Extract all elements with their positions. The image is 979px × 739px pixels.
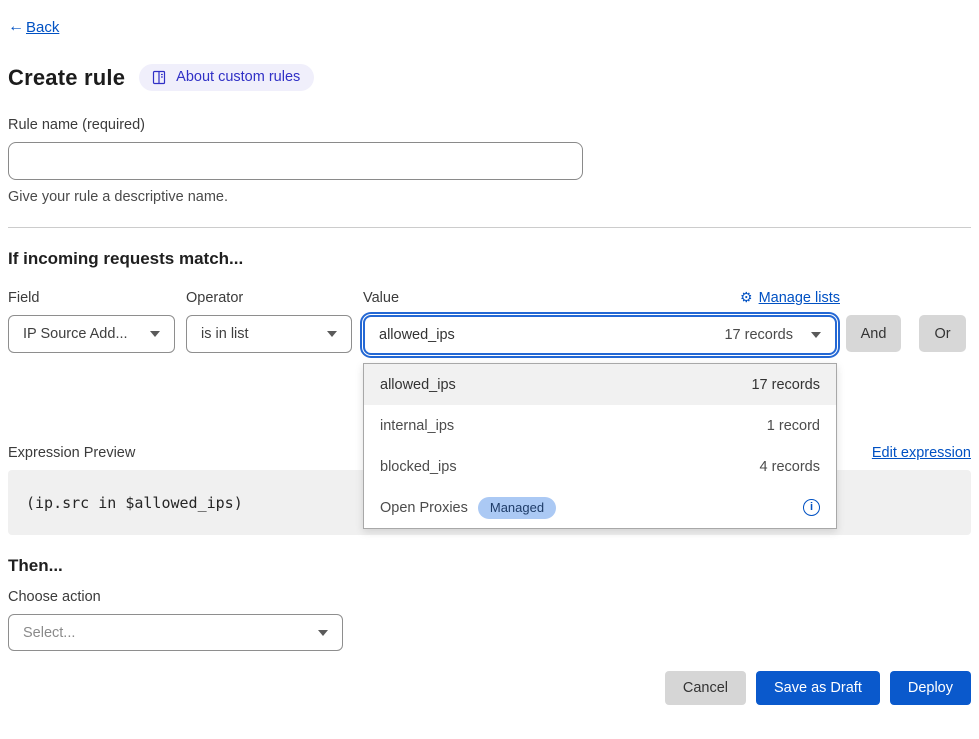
condition-labels-row: Field Operator Value ⚙ Manage lists xyxy=(8,289,971,306)
chevron-down-icon xyxy=(318,630,328,636)
choose-action-label: Choose action xyxy=(8,589,971,605)
create-rule-page: ←Back Create rule About custom rules Rul… xyxy=(0,0,979,739)
list-option-open-proxies[interactable]: Open Proxies Managed i xyxy=(364,487,836,528)
list-option-name: internal_ips xyxy=(380,418,454,434)
list-option-name: allowed_ips xyxy=(380,377,456,393)
list-option-name: Open Proxies xyxy=(380,500,468,516)
footer-actions: Cancel Save as Draft Deploy xyxy=(8,671,971,705)
back-link[interactable]: ←Back xyxy=(8,18,59,36)
expression-code: (ip.src in $allowed_ips) xyxy=(26,494,243,512)
list-option-meta: 17 records xyxy=(751,377,820,393)
then-heading: Then... xyxy=(8,556,971,576)
value-selected-name: allowed_ips xyxy=(379,327,455,343)
deploy-button[interactable]: Deploy xyxy=(890,671,971,705)
operator-label: Operator xyxy=(186,290,360,306)
operator-select-value: is in list xyxy=(201,326,249,342)
value-label: Value xyxy=(363,290,399,306)
operator-select[interactable]: is in list xyxy=(186,315,352,353)
manage-lists-label: Manage lists xyxy=(759,290,840,306)
field-select[interactable]: IP Source Add... xyxy=(8,315,175,353)
list-option-allowed-ips[interactable]: allowed_ips 17 records xyxy=(364,364,836,405)
action-select-placeholder: Select... xyxy=(23,625,75,641)
chevron-down-icon xyxy=(811,332,821,338)
manage-lists-link[interactable]: ⚙ Manage lists xyxy=(740,289,840,306)
expression-preview-label: Expression Preview xyxy=(8,445,135,461)
back-arrow-icon: ← xyxy=(8,18,24,36)
field-label: Field xyxy=(8,290,186,306)
edit-expression-link[interactable]: Edit expression xyxy=(872,445,971,461)
rule-name-input[interactable] xyxy=(8,142,583,180)
list-option-blocked-ips[interactable]: blocked_ips 4 records xyxy=(364,446,836,487)
chevron-down-icon xyxy=(150,331,160,337)
and-button[interactable]: And xyxy=(846,315,901,352)
list-option-name: blocked_ips xyxy=(380,459,457,475)
or-button[interactable]: Or xyxy=(919,315,966,352)
value-column: allowed_ips 17 records allowed_ips 17 re… xyxy=(360,315,840,355)
list-option-meta: 1 record xyxy=(767,418,820,434)
rule-name-label: Rule name (required) xyxy=(8,117,971,133)
value-select[interactable]: allowed_ips 17 records xyxy=(363,315,837,355)
condition-row: IP Source Add... is in list allowed_ips … xyxy=(8,315,971,355)
gear-icon: ⚙ xyxy=(740,289,753,306)
value-selected-meta: 17 records xyxy=(724,327,793,343)
about-custom-rules-label: About custom rules xyxy=(176,69,300,85)
list-option-internal-ips[interactable]: internal_ips 1 record xyxy=(364,405,836,446)
back-label: Back xyxy=(26,19,59,36)
section-divider xyxy=(8,227,971,228)
managed-badge: Managed xyxy=(478,497,556,519)
match-heading: If incoming requests match... xyxy=(8,249,971,269)
action-select[interactable]: Select... xyxy=(8,614,343,651)
about-custom-rules-link[interactable]: About custom rules xyxy=(139,64,314,91)
rule-name-help: Give your rule a descriptive name. xyxy=(8,189,971,205)
title-row: Create rule About custom rules xyxy=(8,64,971,91)
list-option-meta: 4 records xyxy=(760,459,820,475)
info-icon[interactable]: i xyxy=(803,499,820,516)
list-dropdown: allowed_ips 17 records internal_ips 1 re… xyxy=(363,363,837,529)
chevron-down-icon xyxy=(327,331,337,337)
book-icon xyxy=(151,70,167,85)
page-title: Create rule xyxy=(8,65,125,91)
save-draft-button[interactable]: Save as Draft xyxy=(756,671,880,705)
cancel-button[interactable]: Cancel xyxy=(665,671,746,705)
field-select-value: IP Source Add... xyxy=(23,326,128,342)
